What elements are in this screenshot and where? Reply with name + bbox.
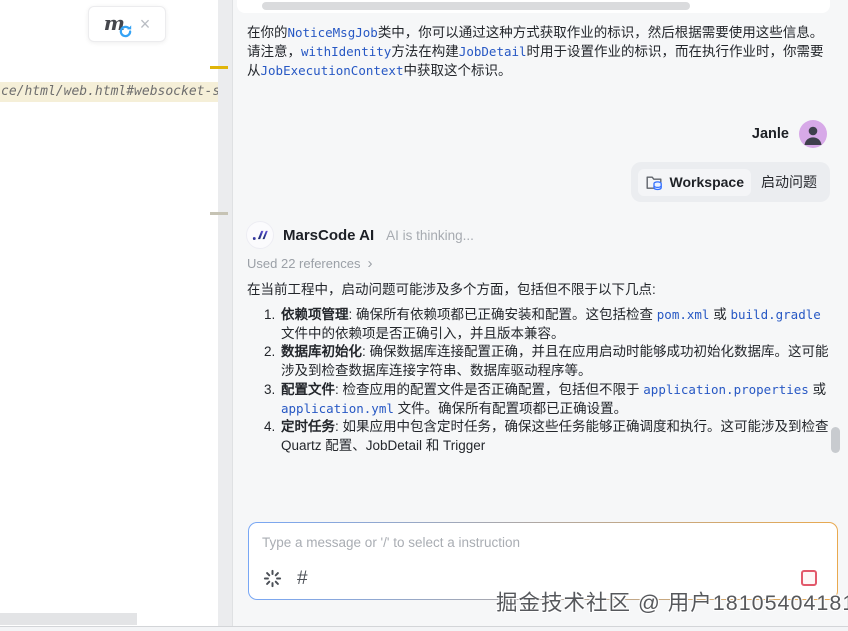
list-item-number: 3. — [264, 381, 281, 418]
list-item-number: 4. — [264, 418, 281, 455]
editor-overview-ruler[interactable] — [218, 0, 233, 626]
list-item-number: 1. — [264, 306, 281, 343]
screen: ce/html/web.html#websocket-st m × 在你的Not… — [0, 0, 848, 631]
list-item-text: 依赖项管理: 确保所有依赖项都已正确安装和配置。这包括检查 pom.xml 或 … — [281, 306, 834, 343]
list-item-text: 定时任务: 如果应用中包含定时任务，确保这些任务能够正确调度和执行。这可能涉及到… — [281, 418, 834, 455]
editor-pane: ce/html/web.html#websocket-st m × — [0, 0, 233, 631]
references-toggle[interactable]: Used 22 references › — [247, 256, 372, 271]
input-toolbar: # — [263, 569, 308, 588]
workspace-folder-database-icon — [645, 173, 664, 192]
person-icon — [799, 120, 827, 148]
marscode-inline-widget[interactable]: m × — [88, 6, 166, 42]
chevron-right-icon: › — [367, 257, 372, 270]
assistant-header: MarsCode AI AI is thinking... — [246, 221, 474, 249]
watermark-text: 掘金技术社区 @ 用户181054041810 — [496, 586, 848, 617]
user-message-bubble: Workspace 启动问题 — [631, 162, 830, 202]
list-item: 2. 数据库初始化: 确保数据库连接配置正确，并且在应用启动时能够成功初始化数据… — [247, 343, 834, 380]
workspace-chip[interactable]: Workspace — [638, 169, 751, 196]
chat-vertical-scrollbar[interactable] — [831, 427, 840, 453]
user-avatar[interactable] — [799, 120, 827, 148]
code-block-horizontal-scrollbar[interactable] — [262, 2, 690, 10]
assistant-intro-line: 在当前工程中，启动问题可能涉及多个方面，包括但不限于以下几点: — [247, 280, 832, 299]
list-item: 1. 依赖项管理: 确保所有依赖项都已正确安装和配置。这包括检查 pom.xml… — [247, 306, 834, 343]
marscode-chat-panel: 在你的NoticeMsgJob类中，你可以通过这种方式获取作业的标识，然后根据需… — [233, 0, 848, 626]
bottom-divider — [0, 626, 848, 631]
editor-highlighted-line[interactable]: ce/html/web.html#websocket-st — [0, 82, 232, 102]
editor-horizontal-scrollbar[interactable] — [0, 613, 137, 625]
instruction-spinner-icon[interactable] — [263, 569, 282, 588]
assistant-previous-message: 在你的NoticeMsgJob类中，你可以通过这种方式获取作业的标识，然后根据需… — [247, 23, 832, 80]
list-item-text: 数据库初始化: 确保数据库连接配置正确，并且在应用启动时能够成功初始化数据库。这… — [281, 343, 834, 380]
list-item-number: 2. — [264, 343, 281, 380]
user-message-header: Janle — [752, 120, 827, 148]
user-name: Janle — [752, 126, 789, 142]
user-message-text: 启动问题 — [761, 172, 817, 192]
references-label: Used 22 references — [247, 256, 360, 271]
list-item: 4. 定时任务: 如果应用中包含定时任务，确保这些任务能够正确调度和执行。这可能… — [247, 418, 834, 455]
ruler-secondary-marker — [210, 212, 228, 215]
ruler-modified-marker — [210, 66, 228, 69]
chat-input-placeholder: Type a message or '/' to select a instru… — [262, 535, 520, 550]
stop-generating-button[interactable] — [801, 570, 817, 586]
context-hash-icon[interactable]: # — [297, 569, 308, 588]
close-icon[interactable]: × — [140, 15, 151, 33]
marscode-m-logo[interactable]: m — [104, 12, 126, 36]
workspace-chip-label: Workspace — [670, 174, 744, 190]
marscode-avatar — [246, 221, 274, 249]
assistant-status: AI is thinking... — [386, 228, 474, 243]
list-item-text: 配置文件: 检查应用的配置文件是否正确配置，包括但不限于 application… — [281, 381, 834, 418]
sync-icon — [118, 24, 133, 39]
assistant-name: MarsCode AI — [283, 227, 374, 244]
assistant-answer-list: 1. 依赖项管理: 确保所有依赖项都已正确安装和配置。这包括检查 pom.xml… — [247, 306, 834, 456]
code-block-bottom-edge — [237, 0, 830, 13]
marscode-logo-icon — [251, 226, 269, 244]
list-item: 3. 配置文件: 检查应用的配置文件是否正确配置，包括但不限于 applicat… — [247, 381, 834, 418]
